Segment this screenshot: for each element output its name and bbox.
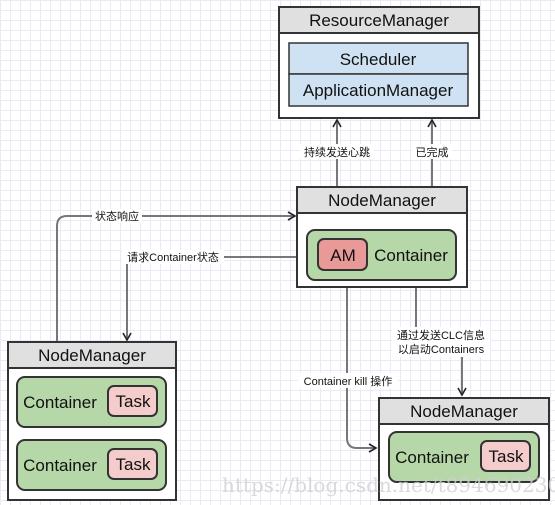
edge-kill	[346, 287, 378, 453]
task-label: Task	[116, 392, 151, 411]
node-manager-top: NodeManager AM Container	[296, 186, 468, 288]
edge-request-status	[122, 256, 297, 342]
application-manager: ApplicationManager	[303, 81, 454, 100]
resource-manager-title: ResourceManager	[309, 11, 449, 30]
scheduler: Scheduler	[340, 50, 417, 69]
label-status-response: 状态响应	[95, 209, 139, 223]
watermark: https://blog.csdn.net/t894690230	[222, 473, 555, 497]
label-request-status: 请求Container状态	[127, 250, 219, 264]
label-heartbeat: 持续发送心跳	[304, 145, 370, 159]
container-label: Container	[23, 393, 97, 412]
diagram-canvas: 持续发送心跳 已完成 状态响应 请求Container状态 Container …	[0, 0, 555, 505]
node-manager-left: NodeManager Container Task Container Tas…	[7, 341, 177, 501]
edge-status-response	[56, 211, 297, 342]
label-completed: 已完成	[416, 145, 449, 159]
container-label: Container	[374, 246, 448, 265]
label-clc-2: 以启动Containers	[398, 343, 485, 356]
label-clc-1: 通过发送CLC信息	[397, 328, 485, 342]
label-kill: Container kill 操作	[304, 374, 393, 388]
task-label: Task	[489, 447, 524, 466]
node-manager-top-title: NodeManager	[328, 191, 436, 210]
container-label: Container	[23, 456, 97, 475]
resource-manager-box: ResourceManager Scheduler ApplicationMan…	[278, 6, 480, 119]
am-label: AM	[330, 246, 356, 265]
task-label: Task	[116, 455, 151, 474]
node-manager-right-title: NodeManager	[410, 402, 518, 421]
node-manager-left-title: NodeManager	[38, 346, 146, 365]
container-label: Container	[395, 448, 469, 467]
